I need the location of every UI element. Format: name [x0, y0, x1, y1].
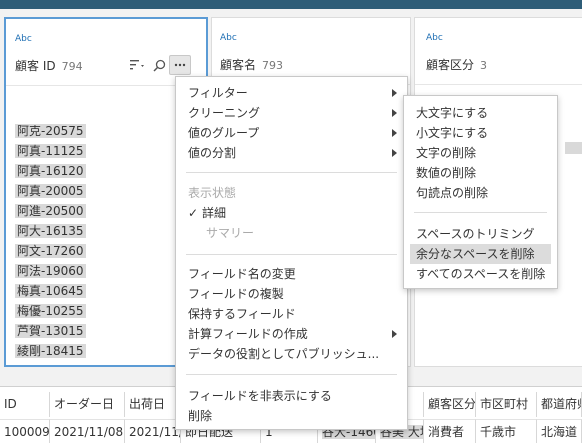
- column-header[interactable]: オーダー日: [50, 392, 125, 417]
- cleaning-submenu: 大文字にする 小文字にする 文字の削除 数値の削除 句読点の削除 スペースのトリ…: [403, 95, 558, 289]
- column-header[interactable]: 都道府県: [537, 392, 582, 417]
- card-title-text: 顧客 ID: [15, 59, 56, 73]
- list-item[interactable]: 綾剛-18415: [15, 341, 86, 361]
- list-item[interactable]: 阿真-16120: [15, 161, 86, 181]
- table-cell[interactable]: 1000099: [0, 419, 50, 443]
- menu-item-remove-extra-spaces[interactable]: 余分なスペースを削除: [410, 244, 551, 264]
- top-bar: [0, 0, 582, 9]
- table-cell[interactable]: 消費者: [424, 419, 476, 443]
- field-type-label: Abc: [220, 33, 237, 43]
- menu-item-group-values[interactable]: 値のグループ: [176, 123, 407, 143]
- list-item[interactable]: 阿法-19060: [15, 261, 86, 281]
- list-item[interactable]: 阿真-11125: [15, 141, 86, 161]
- chevron-right-icon: [392, 109, 397, 117]
- menu-section-display-state: 表示状態: [188, 186, 237, 200]
- list-item[interactable]: 阿克-20575: [15, 121, 86, 141]
- card-title: 顧客 ID 794: [15, 57, 83, 74]
- field-type-label: Abc: [426, 33, 443, 43]
- menu-item-duplicate-field[interactable]: フィールドの複製: [176, 284, 407, 304]
- card-divider: [415, 84, 582, 85]
- menu-divider: [186, 172, 397, 173]
- more-options-icon[interactable]: [169, 55, 191, 75]
- menu-item-cleaning[interactable]: クリーニング: [176, 103, 407, 123]
- menu-item-remove-numbers[interactable]: 数値の削除: [404, 163, 557, 183]
- list-item[interactable]: 阿進-20500: [15, 201, 86, 221]
- menu-item-remove-punctuation[interactable]: 句読点の削除: [404, 183, 557, 203]
- menu-item-remove-all-spaces[interactable]: すべてのスペースを削除: [404, 264, 557, 284]
- top-bar-gap: [0, 9, 582, 15]
- column-header[interactable]: 出荷日: [125, 392, 181, 417]
- card-title-text: 顧客区分: [426, 58, 475, 72]
- chevron-right-icon: [392, 330, 397, 338]
- menu-item-split-values[interactable]: 値の分割: [176, 143, 407, 163]
- table-cell[interactable]: 2021/11/08: [50, 419, 125, 443]
- menu-item-rename-field[interactable]: フィールド名の変更: [176, 264, 407, 284]
- menu-item-make-uppercase[interactable]: 大文字にする: [404, 103, 557, 123]
- table-cell[interactable]: 千歳市: [476, 419, 537, 443]
- menu-item-trim-spaces[interactable]: スペースのトリミング: [404, 224, 557, 244]
- list-item[interactable]: 芦賀-13015: [15, 321, 86, 341]
- menu-item-detail[interactable]: ✓ 詳細: [176, 203, 407, 223]
- menu-item-summary[interactable]: サマリー: [176, 223, 407, 243]
- list-item[interactable]: 阿文-17260: [15, 241, 86, 261]
- table-cell[interactable]: 北海道: [537, 419, 582, 443]
- menu-item-make-lowercase[interactable]: 小文字にする: [404, 123, 557, 143]
- field-context-menu: フィルター クリーニング 値のグループ 値の分割 表示状態 ✓ 詳細 サマリー フ…: [175, 76, 408, 430]
- menu-item-remove-letters[interactable]: 文字の削除: [404, 143, 557, 163]
- column-header[interactable]: 市区町村: [476, 392, 537, 417]
- card-toolbar: [125, 55, 191, 75]
- card-count: 3: [480, 59, 488, 72]
- menu-item-keep-field[interactable]: 保持するフィールド: [176, 304, 407, 324]
- card-count: 793: [262, 59, 284, 72]
- list-item[interactable]: 梅優-10255: [15, 301, 86, 321]
- table-cell[interactable]: 2021/11/08: [125, 419, 181, 443]
- value-bar: [565, 142, 582, 154]
- card-title-text: 顧客名: [220, 58, 257, 72]
- menu-item-delete[interactable]: 削除: [176, 406, 407, 426]
- menu-item-create-calculated-field[interactable]: 計算フィールドの作成: [176, 324, 407, 344]
- chevron-right-icon: [392, 149, 397, 157]
- column-header[interactable]: 顧客区分: [424, 392, 476, 417]
- menu-item-hide-field[interactable]: フィールドを非表示にする: [176, 386, 407, 406]
- card-count: 794: [61, 60, 83, 73]
- chevron-right-icon: [392, 129, 397, 137]
- check-icon: ✓: [188, 206, 199, 220]
- list-item[interactable]: 梅真-10645: [15, 281, 86, 301]
- list-item[interactable]: 阿真-20005: [15, 181, 86, 201]
- card-title: 顧客区分 3: [426, 56, 487, 73]
- menu-divider: [186, 374, 397, 375]
- chevron-right-icon: [392, 89, 397, 97]
- column-header[interactable]: ID: [0, 392, 50, 417]
- sort-icon[interactable]: [125, 55, 149, 75]
- list-item[interactable]: 阿大-16135: [15, 221, 86, 241]
- menu-divider: [414, 212, 547, 213]
- card-title: 顧客名 793: [220, 56, 283, 73]
- search-icon[interactable]: [149, 55, 169, 75]
- value-list: 阿克-20575 阿真-11125 阿真-16120 阿真-20005 阿進-2…: [15, 121, 86, 361]
- menu-item-publish-data-role[interactable]: データの役割としてパブリッシュ...: [176, 344, 407, 364]
- menu-item-filter[interactable]: フィルター: [176, 83, 407, 103]
- field-type-label: Abc: [15, 34, 32, 44]
- menu-divider: [186, 254, 397, 255]
